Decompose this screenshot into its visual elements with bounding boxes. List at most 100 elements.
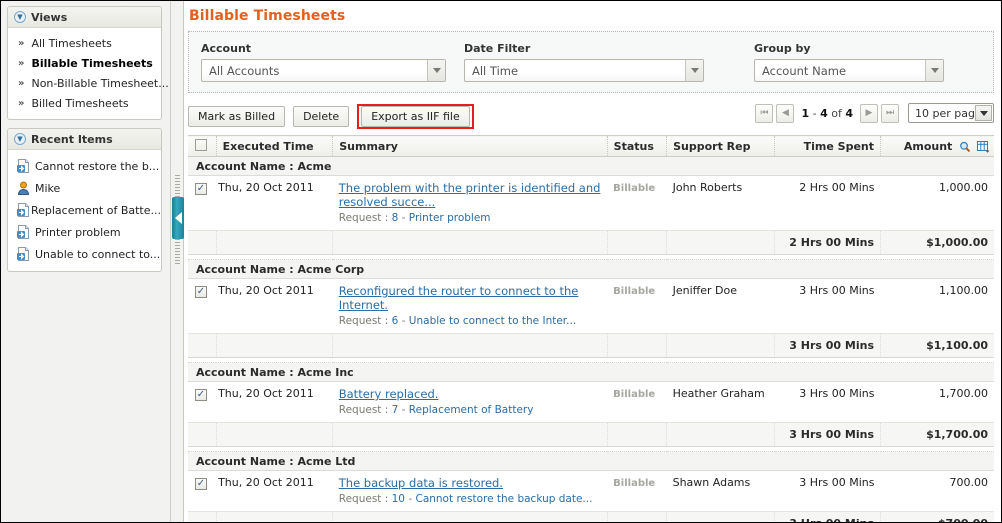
column-header-summary[interactable]: Summary (332, 135, 608, 157)
views-panel-body: » All Timesheets » Billable Timesheets »… (8, 28, 169, 119)
request-title-link[interactable]: Cannot restore the backup date... (415, 493, 592, 505)
row-checkbox-cell[interactable]: ✓ (188, 278, 217, 334)
column-header-amount: Amount (880, 135, 994, 157)
recent-item-label: Unable to connect to... (35, 247, 161, 261)
chevron-down-icon[interactable] (925, 60, 943, 81)
date-filter-label: Date Filter (464, 42, 531, 55)
select-all-checkbox[interactable] (195, 138, 207, 151)
export-as-iif-file-button[interactable]: Export as IIF file (361, 105, 470, 127)
chevron-down-circle-icon[interactable]: ▼ (14, 133, 26, 145)
sidebar-item-non-billable-timesheets[interactable]: » Non-Billable Timesheet... (8, 73, 169, 93)
column-header-time-spent[interactable]: Time Spent (774, 135, 881, 157)
date-filter: Date Filter All Time (464, 42, 754, 82)
request-title-link[interactable]: Printer problem (409, 212, 491, 224)
group-header-row: Account Name : Acme Inc (188, 362, 994, 382)
table-row[interactable]: ✓ Thu, 20 Oct 2011 Battery replaced. Req… (188, 381, 994, 423)
request-id-link[interactable]: 10 (392, 493, 405, 505)
sidebar-splitter[interactable] (171, 1, 184, 522)
double-chevron-icon: » (18, 97, 25, 109)
recent-item-unable-to-connect[interactable]: Unable to connect to... (8, 243, 161, 265)
request-doc-icon (17, 247, 35, 261)
double-chevron-icon: » (18, 37, 25, 49)
sidebar-item-label: Billed Timesheets (31, 96, 129, 110)
total-spacer-d (607, 333, 668, 358)
row-checkbox[interactable]: ✓ (195, 183, 207, 195)
recent-item-replacement-of-battery[interactable]: Replacement of Batte... (8, 199, 161, 221)
request-id-link[interactable]: 8 (392, 212, 399, 224)
chevron-down-circle-icon[interactable]: ▼ (14, 11, 26, 23)
total-spacer-a (188, 333, 217, 358)
group-total-row: 3 Hrs 00 Mins $700.00 (188, 511, 994, 522)
cell-summary: Reconfigured the router to connect to th… (332, 278, 608, 334)
recent-item-cannot-restore-backup[interactable]: Cannot restore the b... (8, 155, 161, 177)
row-checkbox-cell[interactable]: ✓ (188, 175, 217, 231)
chevron-down-icon[interactable] (685, 60, 703, 81)
summary-link[interactable]: Reconfigured the router to connect to th… (339, 284, 601, 312)
total-spacer-a (188, 422, 217, 447)
application-window: ▼ Views » All Timesheets » Billable Time… (0, 0, 1002, 523)
sidebar-item-label: All Timesheets (31, 36, 112, 50)
column-header-support-rep[interactable]: Support Rep (666, 135, 776, 157)
group-label: Account Name : Acme (188, 156, 994, 176)
group-by-select[interactable]: Account Name (754, 59, 944, 82)
status-badge: Billable (613, 478, 656, 489)
summary-link[interactable]: Battery replaced. (339, 387, 601, 401)
splitter-grip-dots (175, 239, 180, 265)
collapse-left-arrow-icon[interactable] (172, 197, 184, 239)
column-chooser-icon[interactable] (977, 140, 990, 153)
row-checkbox-cell[interactable]: ✓ (188, 470, 217, 512)
last-page-icon[interactable]: ⏭ (881, 103, 899, 123)
request-id-link[interactable]: 7 (392, 404, 399, 416)
row-checkbox[interactable]: ✓ (195, 389, 207, 401)
table-row[interactable]: ✓ Thu, 20 Oct 2011 The backup data is re… (188, 470, 994, 512)
row-checkbox-cell[interactable]: ✓ (188, 381, 217, 423)
page-size-select[interactable]: 10 per page (908, 103, 994, 123)
column-header-status[interactable]: Status (607, 135, 668, 157)
account-filter-label: Account (201, 42, 252, 55)
total-spacer-c (332, 422, 608, 447)
sidebar-item-label: Billable Timesheets (31, 56, 153, 70)
request-title-link[interactable]: Replacement of Battery (409, 404, 534, 416)
views-panel-header[interactable]: ▼ Views (8, 7, 161, 28)
summary-link[interactable]: The problem with the printer is identifi… (339, 181, 601, 209)
total-spacer-a (188, 511, 217, 522)
column-header-executed-time[interactable]: Executed Time (216, 135, 334, 157)
recent-item-mike[interactable]: Mike (8, 177, 161, 199)
recent-items-panel-header[interactable]: ▼ Recent Items (8, 129, 161, 150)
summary-link[interactable]: The backup data is restored. (339, 476, 601, 490)
account-select[interactable]: All Accounts (201, 59, 446, 82)
recent-item-printer-problem[interactable]: Printer problem (8, 221, 161, 243)
page-title: Billable Timesheets (189, 8, 346, 24)
row-checkbox[interactable]: ✓ (195, 478, 207, 490)
table-row[interactable]: ✓ Thu, 20 Oct 2011 The problem with the … (188, 175, 994, 231)
total-spacer-b (216, 511, 334, 522)
mark-as-billed-button[interactable]: Mark as Billed (188, 105, 286, 127)
request-doc-icon (17, 225, 35, 239)
sidebar-item-billable-timesheets[interactable]: » Billable Timesheets (8, 53, 161, 73)
total-spacer-d (607, 511, 668, 522)
chevron-down-icon[interactable] (427, 60, 445, 81)
request-title-link[interactable]: Unable to connect to the Inter... (409, 315, 576, 327)
sidebar-item-all-timesheets[interactable]: » All Timesheets (8, 33, 161, 53)
total-spacer-b (216, 333, 334, 358)
search-icon[interactable] (959, 140, 975, 153)
cell-time-spent: 3 Hrs 00 Mins (774, 470, 881, 512)
column-header-amount-label[interactable]: Amount (904, 140, 952, 153)
chevron-down-icon[interactable] (975, 105, 992, 121)
timesheets-grid: Executed Time Summary Status Support Rep… (188, 135, 994, 522)
date-filter-select[interactable]: All Time (464, 59, 704, 82)
row-checkbox[interactable]: ✓ (195, 286, 207, 298)
timesheets-table-body: Account Name : Acme ✓ Thu, 20 Oct 2011 T… (188, 156, 994, 522)
cell-executed-time: Thu, 20 Oct 2011 (216, 175, 333, 231)
request-id-link[interactable]: 6 (392, 315, 399, 327)
previous-page-icon[interactable]: ◀ (776, 103, 795, 123)
total-spacer-e (666, 230, 776, 255)
group-total-amount: $700.00 (880, 511, 994, 522)
delete-button[interactable]: Delete (293, 105, 350, 127)
first-page-icon[interactable]: ⏮ (755, 103, 774, 123)
sidebar-item-billed-timesheets[interactable]: » Billed Timesheets (8, 93, 161, 113)
table-row[interactable]: ✓ Thu, 20 Oct 2011 Reconfigured the rout… (188, 278, 994, 334)
total-spacer-a (188, 230, 217, 255)
select-all-header[interactable] (188, 135, 217, 157)
next-page-icon[interactable]: ▶ (860, 103, 878, 123)
